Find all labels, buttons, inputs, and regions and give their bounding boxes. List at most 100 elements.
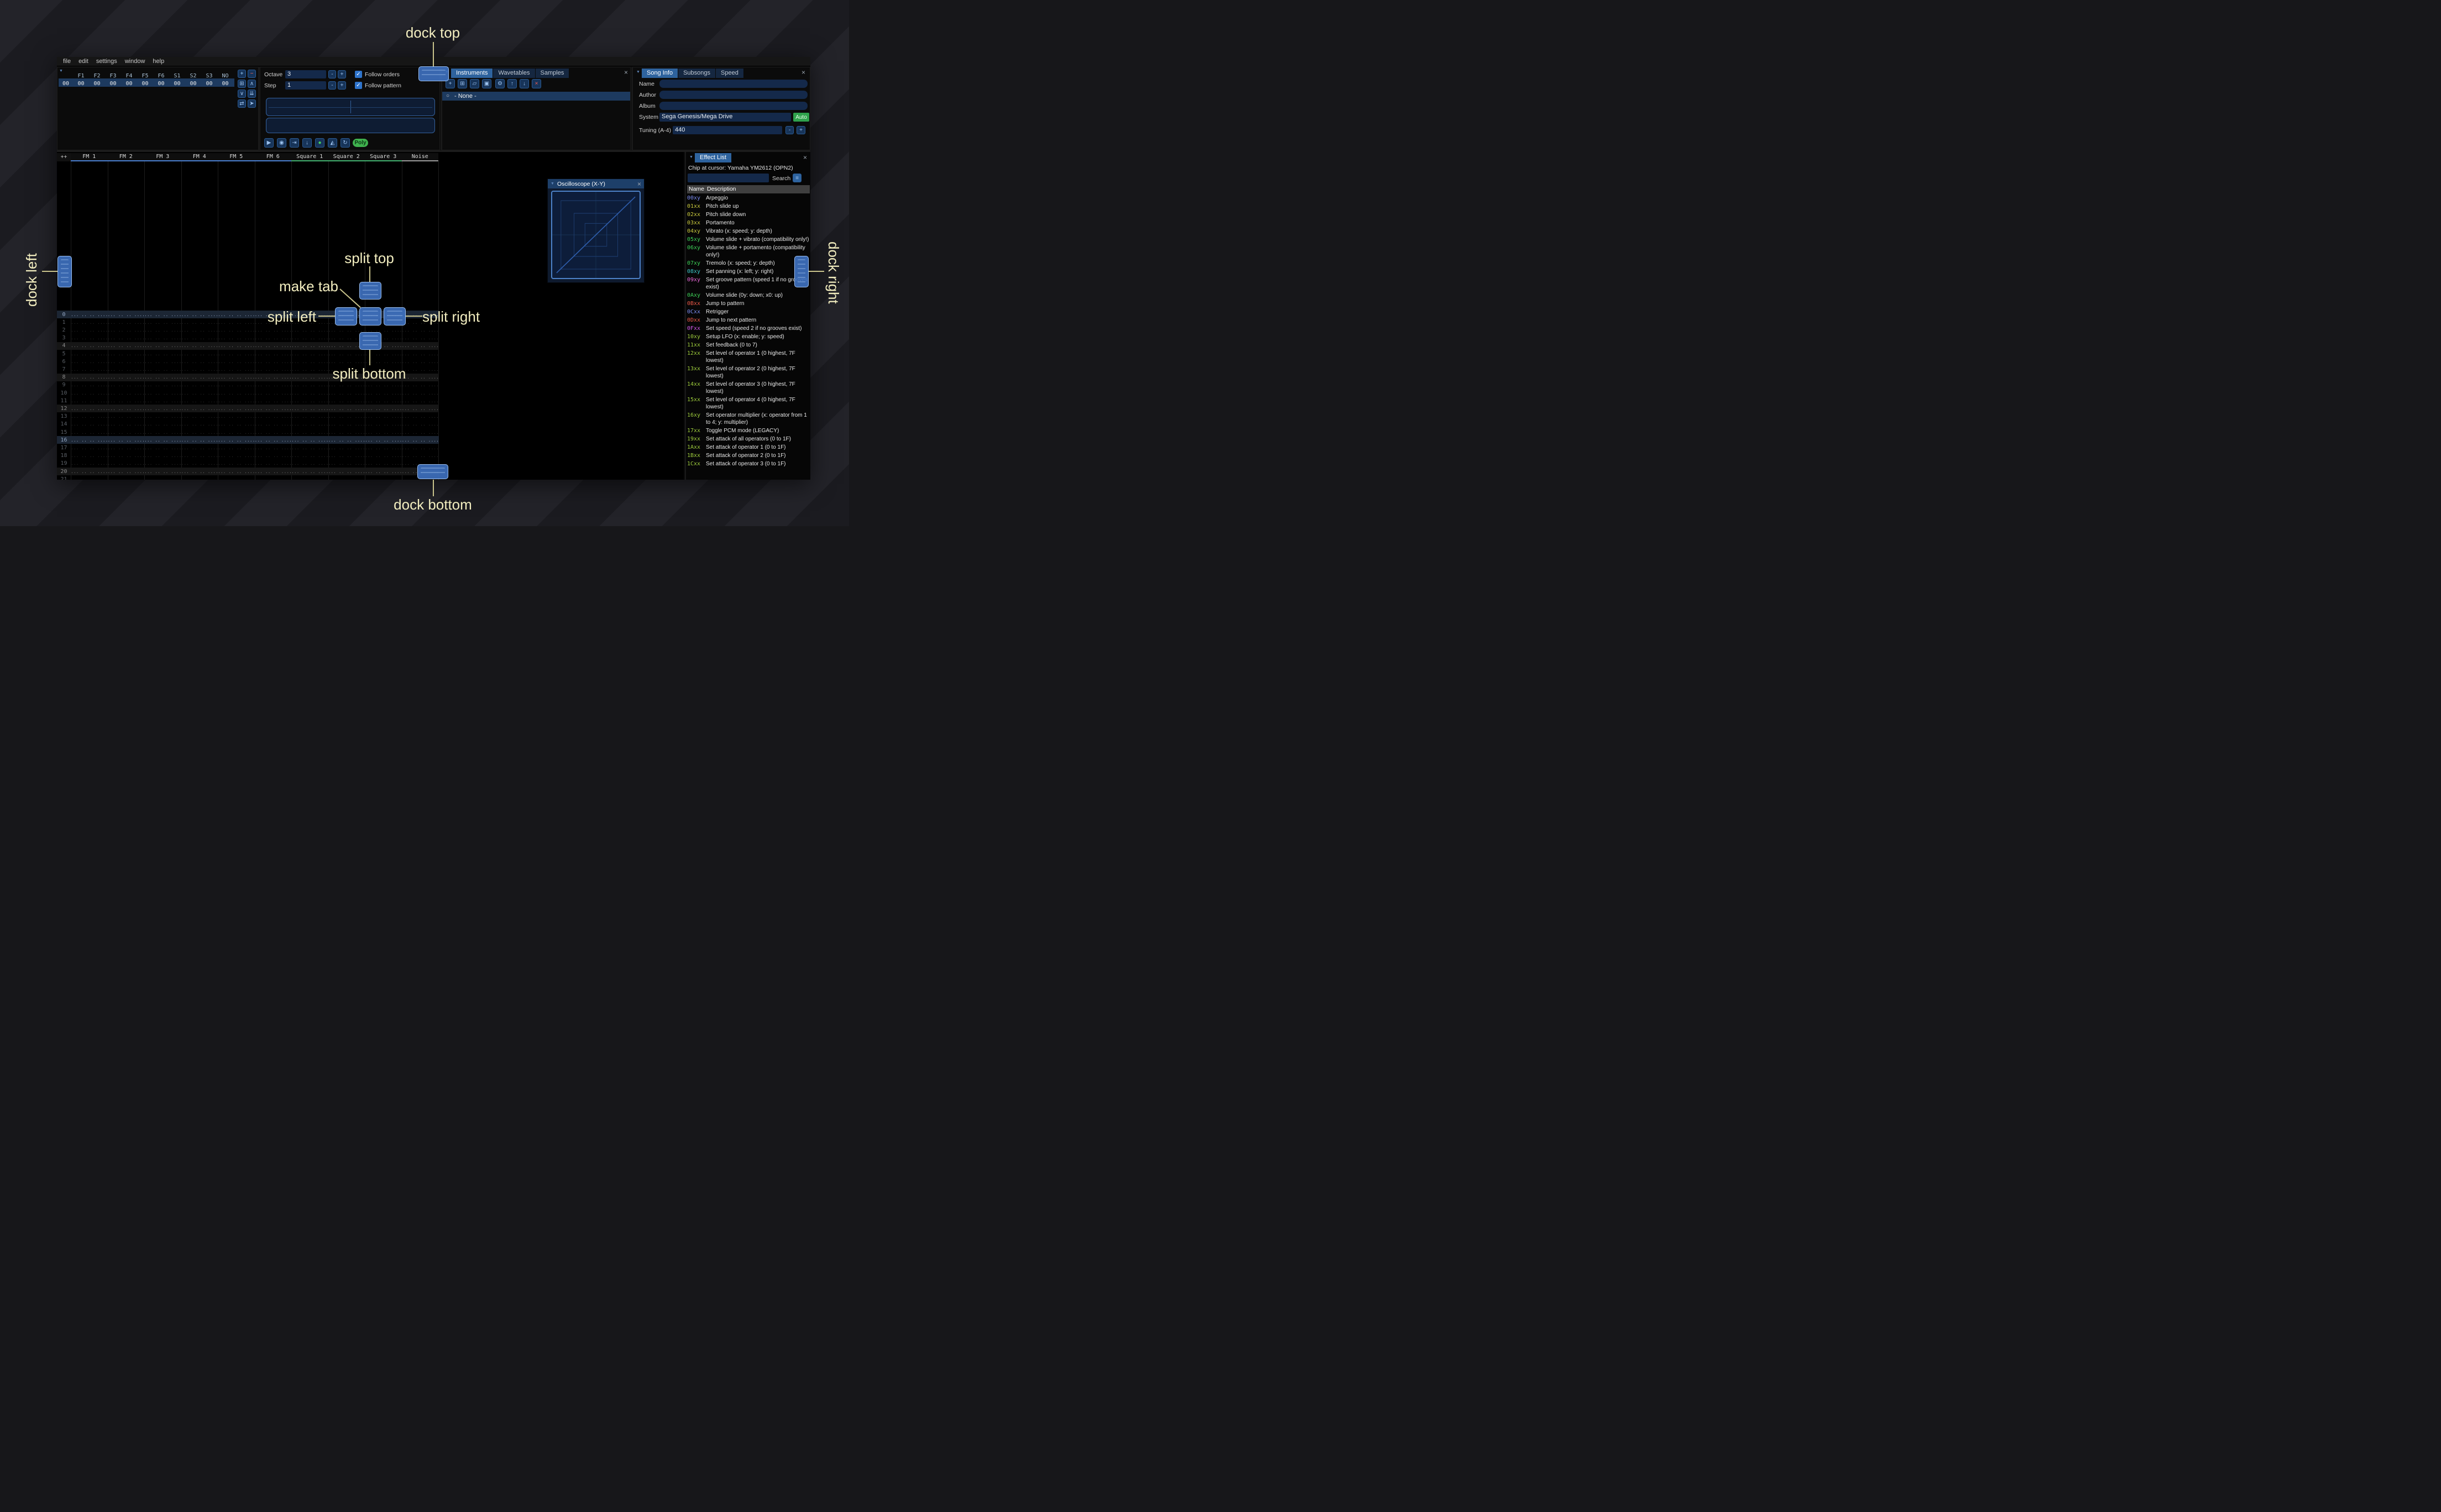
tab-samples[interactable]: Samples	[535, 69, 570, 78]
pattern-row-6[interactable]: 6... .. .. ....... .. .. ....... .. .. .…	[57, 358, 439, 365]
pattern-cell[interactable]: ... .. .. ....	[181, 422, 218, 427]
play-from-cursor-button[interactable]: ⇥	[290, 138, 299, 148]
pattern-cell[interactable]: ... .. .. ....	[144, 430, 181, 435]
pattern-cell[interactable]: ... .. .. ....	[291, 414, 328, 419]
pattern-cell[interactable]: ... .. .. ....	[365, 461, 402, 466]
orders-selected-row[interactable]: 00 00 00 00 00 00 00 00 00 00 00	[59, 78, 234, 87]
pattern-cell[interactable]: ... .. .. ....	[144, 335, 181, 340]
pattern-cell[interactable]: ... .. .. ....	[218, 343, 255, 348]
pattern-cell[interactable]: ... .. .. ....	[255, 422, 292, 427]
menu-item-edit[interactable]: edit	[75, 57, 92, 66]
step-one-row-button[interactable]: ↓	[302, 138, 312, 148]
pattern-cell[interactable]: ... .. .. ....	[402, 406, 439, 411]
tuning-input[interactable]: 440	[673, 126, 782, 134]
pattern-cell[interactable]: ... .. .. ....	[71, 406, 108, 411]
pattern-cell[interactable]: ... .. .. ....	[218, 406, 255, 411]
collapse-icon[interactable]: ▼	[551, 182, 554, 186]
pattern-cell[interactable]: ... .. .. ....	[291, 351, 328, 356]
pattern-cell[interactable]: ... .. .. ....	[255, 438, 292, 443]
pattern-cell[interactable]: ... .. .. ....	[144, 469, 181, 474]
pattern-cell[interactable]: ... .. .. ....	[71, 445, 108, 450]
effect-row-1Axx[interactable]: 1Axx Set attack of operator 1 (0 to 1F)	[687, 444, 810, 452]
tuning-plus-button[interactable]: +	[797, 126, 805, 134]
pattern-cell[interactable]: ... .. .. ....	[71, 312, 108, 317]
pattern-cell[interactable]: ... .. .. ....	[181, 335, 218, 340]
orders-duplicate-button[interactable]: ⊞	[238, 80, 246, 88]
pattern-cell[interactable]: ... .. .. ....	[144, 453, 181, 458]
pattern-cell[interactable]: ... .. .. ....	[402, 453, 439, 458]
pattern-cell[interactable]: ... .. .. ....	[328, 453, 365, 458]
pattern-cell[interactable]: ... .. .. ....	[144, 438, 181, 443]
order-value-cell[interactable]: 00	[137, 80, 153, 88]
effect-row-0Cxx[interactable]: 0Cxx Retrigger	[687, 308, 810, 317]
pattern-cell[interactable]: ... .. .. ....	[144, 477, 181, 480]
pattern-cell[interactable]: ... .. .. ....	[365, 469, 402, 474]
pattern-cell[interactable]: ... .. .. ....	[291, 359, 328, 364]
edit-record-button[interactable]: ●	[315, 138, 324, 148]
pattern-cell[interactable]: ... .. .. ....	[328, 414, 365, 419]
pattern-cell[interactable]: ... .. .. ....	[144, 359, 181, 364]
instrument-move-down-button[interactable]: ↓	[520, 79, 529, 88]
pattern-cell[interactable]: ... .. .. ....	[255, 406, 292, 411]
pattern-cell[interactable]: ... .. .. ....	[291, 461, 328, 466]
effect-row-09xy[interactable]: 09xy Set groove pattern (speed 1 if no gr…	[687, 276, 810, 292]
pattern-cell[interactable]: ... .. .. ....	[71, 422, 108, 427]
pattern-cell[interactable]: ... .. .. ....	[144, 367, 181, 372]
pattern-cell[interactable]: ... .. .. ....	[328, 461, 365, 466]
pattern-cell[interactable]: ... .. .. ....	[402, 343, 439, 348]
pattern-cell[interactable]: ... .. .. ....	[255, 367, 292, 372]
pattern-cell[interactable]: ... .. .. ....	[181, 453, 218, 458]
pattern-cell[interactable]: ... .. .. ....	[108, 469, 145, 474]
pattern-cell[interactable]: ... .. .. ....	[291, 343, 328, 348]
effect-row-0Dxx[interactable]: 0Dxx Jump to next pattern	[687, 317, 810, 325]
orders-add-button[interactable]: +	[238, 70, 246, 78]
pattern-cell[interactable]: ... .. .. ....	[181, 414, 218, 419]
close-icon[interactable]: ×	[802, 69, 805, 76]
poly-toggle-button[interactable]: Poly	[353, 139, 368, 147]
pattern-cell[interactable]: ... .. .. ....	[108, 320, 145, 325]
pattern-cell[interactable]: ... .. .. ....	[402, 335, 439, 340]
pattern-cell[interactable]: ... .. .. ....	[255, 391, 292, 396]
pattern-cell[interactable]: ... .. .. ....	[71, 461, 108, 466]
pattern-cell[interactable]: ... .. .. ....	[144, 422, 181, 427]
pattern-cell[interactable]: ... .. .. ....	[144, 414, 181, 419]
effect-menu-button[interactable]: ≡	[793, 174, 802, 182]
effect-row-08xy[interactable]: 08xy Set panning (x: left; y: right)	[687, 268, 810, 276]
pattern-row-14[interactable]: 14... .. .. ....... .. .. ....... .. .. …	[57, 421, 439, 428]
pattern-cell[interactable]: ... .. .. ....	[108, 422, 145, 427]
dock-target-right[interactable]	[794, 256, 809, 287]
order-value-cell[interactable]: 00	[201, 80, 217, 88]
pattern-cell[interactable]: ... .. .. ....	[255, 359, 292, 364]
effect-row-13xx[interactable]: 13xx Set level of operator 2 (0 highest, …	[687, 365, 810, 381]
channel-header-square-1[interactable]: Square 1	[291, 153, 328, 161]
pattern-cell[interactable]: ... .. .. ....	[181, 312, 218, 317]
close-icon[interactable]: ×	[624, 69, 628, 76]
pattern-cell[interactable]: ... .. .. ....	[181, 359, 218, 364]
pattern-cell[interactable]: ... .. .. ....	[365, 438, 402, 443]
pattern-cell[interactable]: ... .. .. ....	[218, 328, 255, 333]
effect-row-12xx[interactable]: 12xx Set level of operator 1 (0 highest, …	[687, 350, 810, 365]
pattern-cell[interactable]: ... .. .. ....	[71, 453, 108, 458]
pattern-cell[interactable]: ... .. .. ....	[108, 461, 145, 466]
pattern-cell[interactable]: ... .. .. ....	[108, 343, 145, 348]
pattern-cell[interactable]: ... .. .. ....	[291, 445, 328, 450]
pattern-cell[interactable]: ... .. .. ....	[291, 438, 328, 443]
pattern-cell[interactable]: ... .. .. ....	[144, 398, 181, 403]
pattern-cell[interactable]: ... .. .. ....	[255, 414, 292, 419]
pattern-cell[interactable]: ... .. .. ....	[181, 351, 218, 356]
channel-header-fm-1[interactable]: FM 1	[71, 153, 108, 161]
pattern-cell[interactable]: ... .. .. ....	[71, 351, 108, 356]
auto-tuning-button[interactable]: Auto	[793, 113, 809, 122]
pattern-cell[interactable]: ... .. .. ....	[71, 469, 108, 474]
pattern-row-21[interactable]: 21... .. .. ....... .. .. ....... .. .. …	[57, 475, 439, 480]
pattern-cell[interactable]: ... .. .. ....	[71, 343, 108, 348]
pattern-cell[interactable]: ... .. .. ....	[402, 445, 439, 450]
order-value-cell[interactable]: 00	[121, 80, 137, 88]
split-target-left[interactable]	[335, 307, 357, 326]
pattern-cell[interactable]: ... .. .. ....	[71, 398, 108, 403]
pattern-cell[interactable]: ... .. .. ....	[328, 430, 365, 435]
pattern-cell[interactable]: ... .. .. ....	[291, 406, 328, 411]
pattern-cell[interactable]: ... .. .. ....	[255, 453, 292, 458]
order-index-cell[interactable]: 00	[59, 80, 73, 88]
pattern-cell[interactable]: ... .. .. ....	[328, 382, 365, 387]
